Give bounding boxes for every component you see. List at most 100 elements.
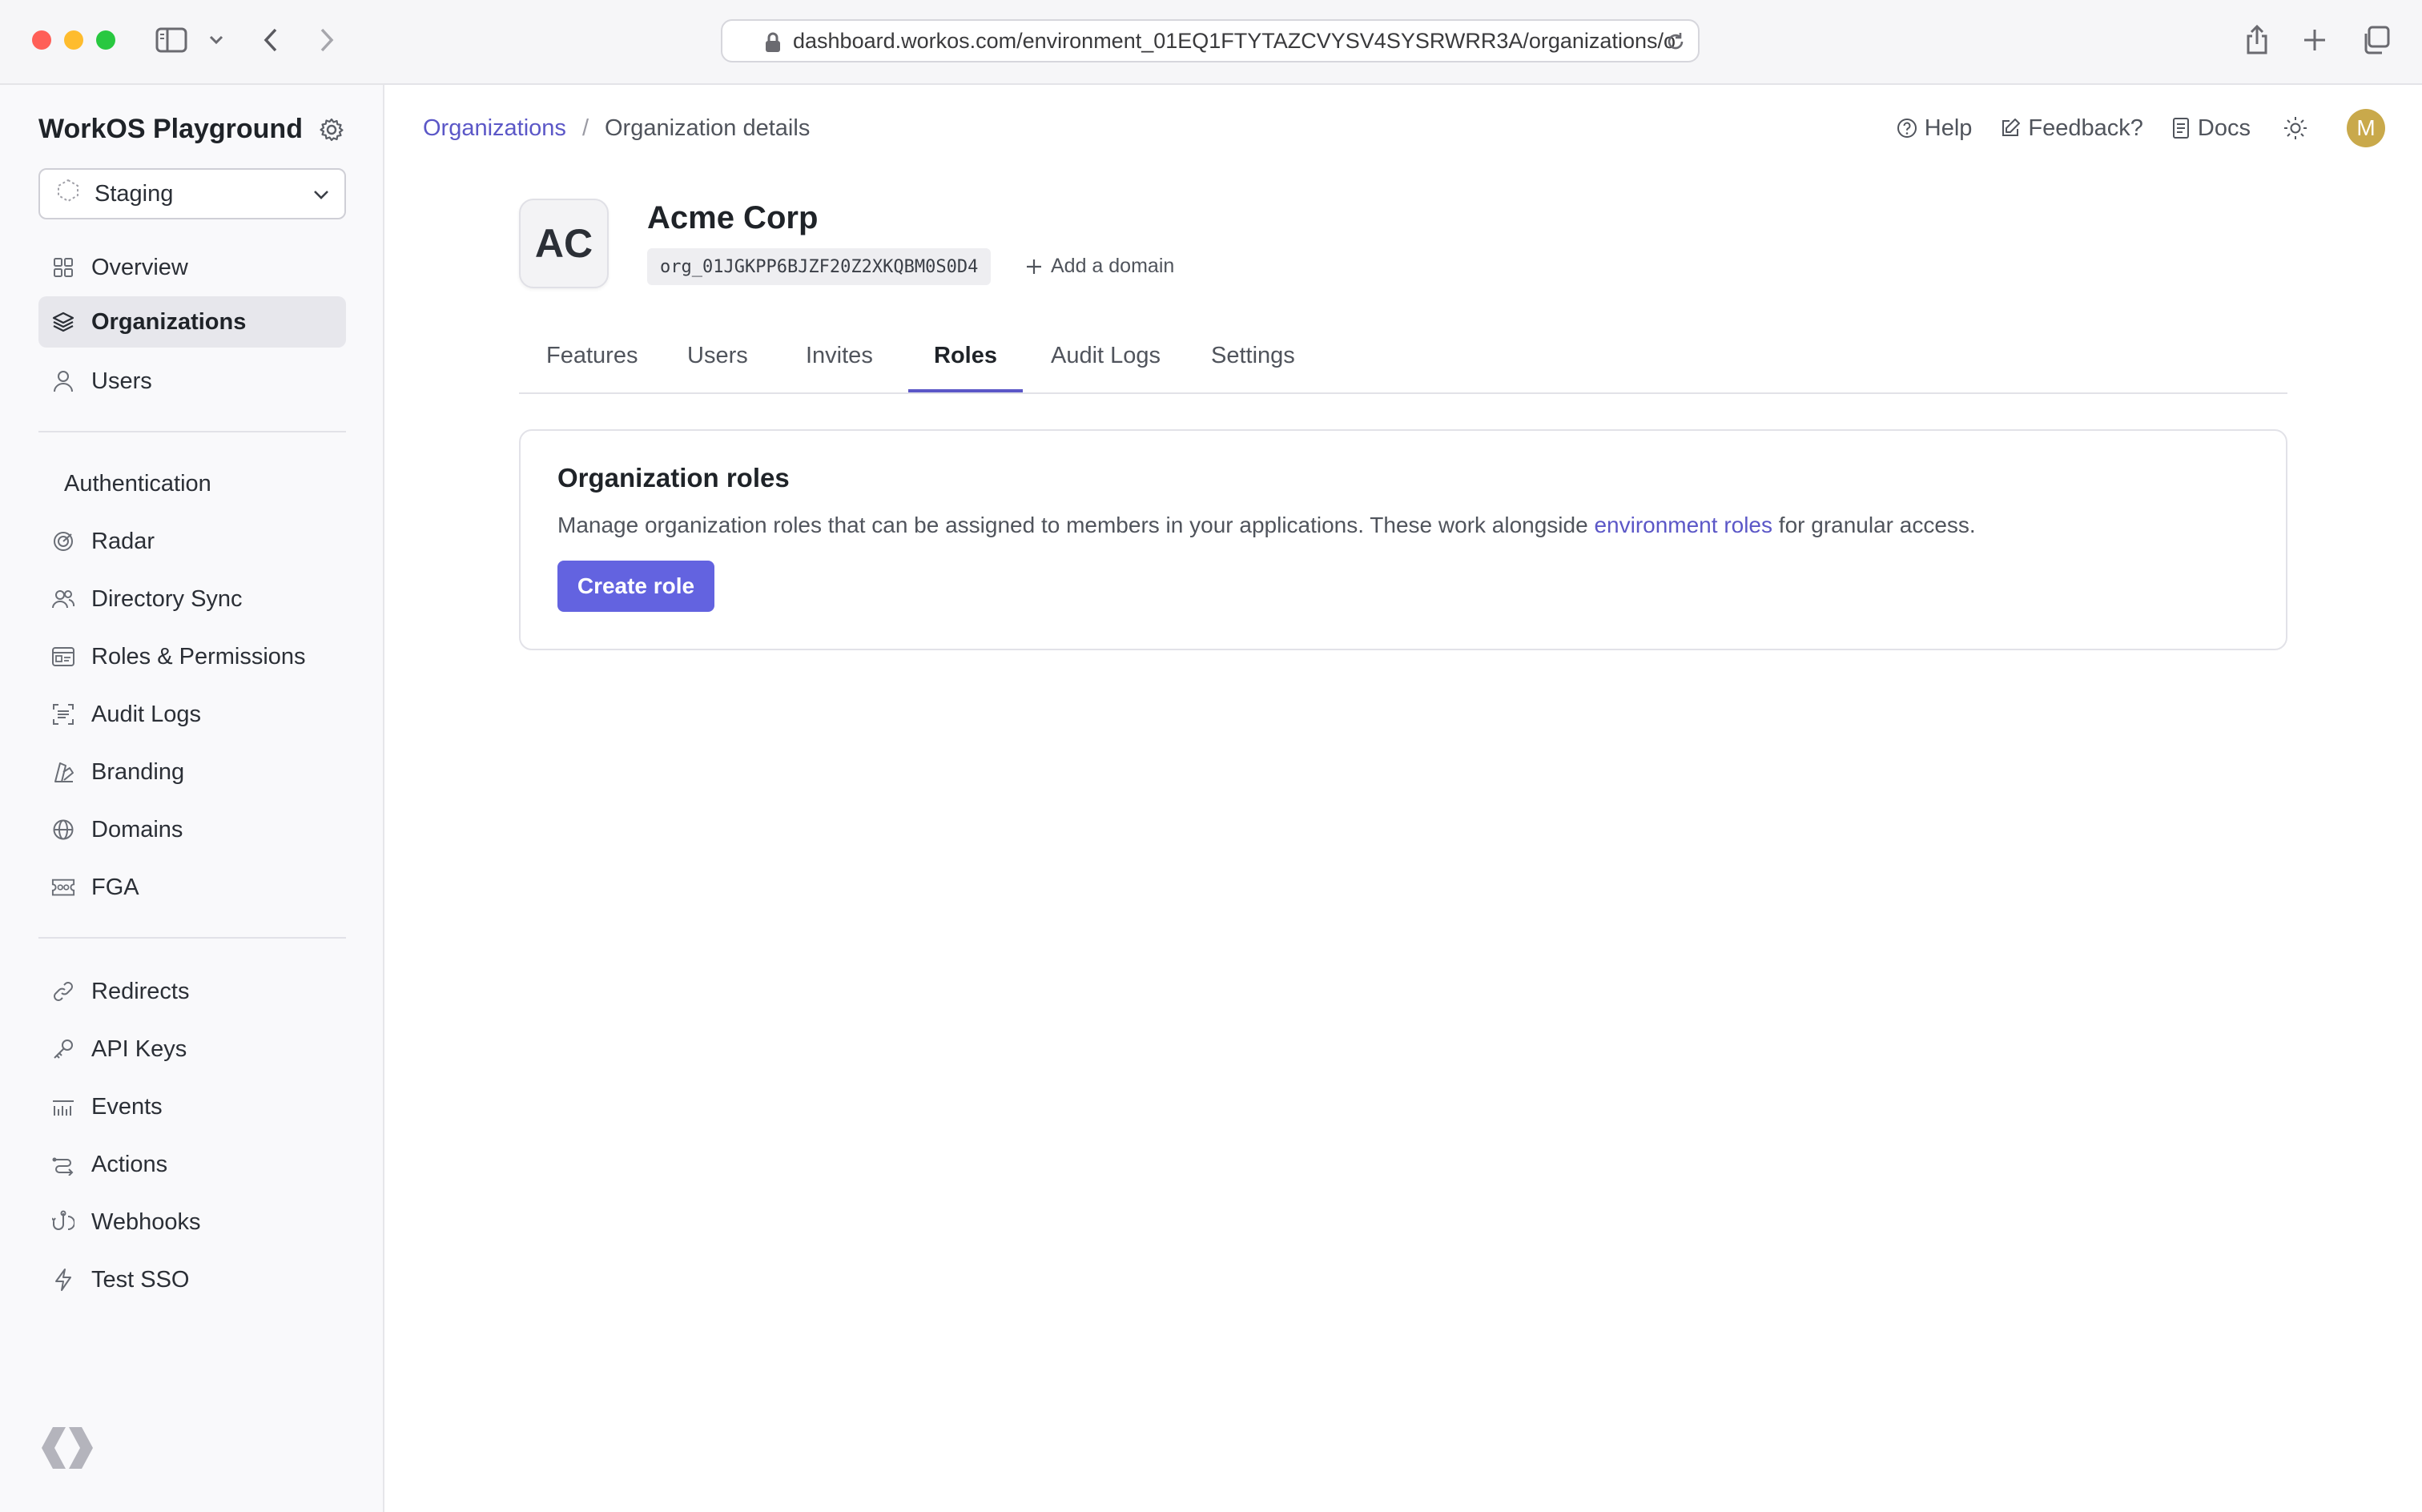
- actions-icon: [51, 1152, 75, 1176]
- sun-icon: [2284, 117, 2307, 139]
- close-window-button[interactable]: [32, 30, 51, 50]
- avatar[interactable]: M: [2347, 109, 2385, 147]
- link-icon: [51, 979, 75, 1003]
- add-domain-label: Add a domain: [1051, 255, 1175, 277]
- card-title: Organization roles: [557, 463, 790, 493]
- sidebar-item-label: FGA: [91, 874, 139, 900]
- organization-id[interactable]: org_01JGKPP6BJZF20Z2XKQBM0S0D4: [647, 248, 992, 285]
- tab-users[interactable]: Users: [660, 343, 775, 392]
- sidebar-item-users[interactable]: Users: [38, 356, 346, 407]
- docs-link[interactable]: Docs: [2171, 115, 2251, 142]
- sidebar-item-overview[interactable]: Overview: [38, 242, 346, 293]
- sidebar-item-label: Domains: [91, 816, 183, 842]
- sidebar-item-label: Organizations: [91, 308, 247, 335]
- share-icon[interactable]: [2239, 22, 2275, 58]
- feedback-link[interactable]: Feedback?: [1999, 115, 2143, 142]
- breadcrumb-separator: /: [581, 115, 589, 141]
- sidebar-item-api-keys[interactable]: API Keys: [38, 1023, 346, 1075]
- users-icon: [51, 587, 75, 611]
- grid-icon: [51, 255, 75, 279]
- sidebar-item-fga[interactable]: FGA: [38, 862, 346, 913]
- environment-select[interactable]: Staging: [38, 168, 346, 219]
- sidebar-item-redirects[interactable]: Redirects: [38, 966, 346, 1017]
- workos-logo-icon: [38, 1422, 96, 1478]
- sidebar-item-label: Test SSO: [91, 1266, 190, 1293]
- sidebar-item-branding[interactable]: Branding: [38, 746, 346, 798]
- breadcrumb-organizations-link[interactable]: Organizations: [423, 115, 566, 142]
- ticket-icon: [51, 875, 75, 899]
- sidebar-item-label: Redirects: [91, 978, 190, 1004]
- minimize-window-button[interactable]: [64, 30, 83, 50]
- palette-icon: [51, 760, 75, 784]
- sidebar-item-audit-logs[interactable]: Audit Logs: [38, 689, 346, 740]
- sidebar-item-test-sso[interactable]: Test SSO: [38, 1254, 346, 1305]
- back-icon[interactable]: [253, 22, 288, 58]
- sidebar-item-organizations[interactable]: Organizations: [38, 296, 346, 348]
- environment-icon: [56, 179, 80, 209]
- new-tab-icon[interactable]: [2297, 22, 2332, 58]
- card-description: Manage organization roles that can be as…: [557, 513, 1976, 538]
- environment-roles-link[interactable]: environment roles: [1594, 513, 1772, 537]
- document-icon: [2172, 118, 2189, 139]
- create-role-button[interactable]: Create role: [557, 561, 714, 612]
- sidebar-item-label: Directory Sync: [91, 585, 243, 612]
- sidebar-divider: [38, 431, 346, 432]
- sidebar-section-title: Authentication: [64, 471, 211, 497]
- help-circle-icon: [1897, 119, 1917, 138]
- add-domain-button[interactable]: Add a domain: [1025, 255, 1174, 278]
- workspace-title: WorkOS Playground: [38, 114, 303, 144]
- environment-value: Staging: [95, 180, 174, 207]
- sidebar-item-label: Roles & Permissions: [91, 643, 306, 670]
- sidebar-item-label: Overview: [91, 254, 188, 280]
- sidebar-item-radar[interactable]: Radar: [38, 516, 346, 567]
- tab-overview-icon[interactable]: [2358, 22, 2393, 58]
- url-text: dashboard.workos.com/environment_01EQ1FT…: [793, 28, 1676, 53]
- globe-icon: [51, 818, 75, 842]
- sidebar-item-actions[interactable]: Actions: [38, 1139, 346, 1190]
- scan-icon: [51, 702, 75, 726]
- gear-icon[interactable]: [319, 117, 344, 147]
- layers-icon: [51, 310, 75, 334]
- sidebar-item-label: Events: [91, 1093, 163, 1120]
- sidebar-item-label: Webhooks: [91, 1208, 201, 1235]
- bolt-icon: [51, 1268, 75, 1292]
- help-link[interactable]: Help: [1896, 115, 1972, 142]
- tab-invites[interactable]: Invites: [778, 343, 900, 392]
- reload-icon[interactable]: [1664, 30, 1687, 58]
- tab-settings[interactable]: Settings: [1184, 343, 1322, 392]
- docs-label: Docs: [2197, 115, 2251, 141]
- sidebar-item-domains[interactable]: Domains: [38, 804, 346, 855]
- plus-icon: [1027, 259, 1041, 274]
- chevron-down-icon: [312, 184, 330, 211]
- organization-roles-card: Organization roles Manage organization r…: [519, 429, 2287, 650]
- sidebar-item-events[interactable]: Events: [38, 1081, 346, 1132]
- org-tabs: Features Users Invites Roles Audit Logs …: [519, 325, 2287, 394]
- address-bar[interactable]: dashboard.workos.com/environment_01EQ1FT…: [721, 19, 1700, 62]
- theme-toggle-button[interactable]: [2283, 115, 2315, 141]
- tab-roles[interactable]: Roles: [908, 343, 1023, 392]
- radar-icon: [51, 529, 75, 553]
- feedback-label: Feedback?: [2028, 115, 2143, 141]
- card-description-text: for granular access.: [1772, 513, 1976, 537]
- lock-icon: [764, 31, 782, 59]
- sidebar-toggle-icon[interactable]: [154, 22, 189, 58]
- tab-audit-logs[interactable]: Audit Logs: [1024, 343, 1188, 392]
- sidebar-item-directory-sync[interactable]: Directory Sync: [38, 573, 346, 625]
- sidebar-item-label: Radar: [91, 528, 155, 554]
- user-icon: [51, 369, 75, 393]
- sidebar-item-label: API Keys: [91, 1035, 187, 1062]
- events-icon: [51, 1095, 75, 1119]
- tab-features[interactable]: Features: [519, 343, 665, 392]
- sidebar: WorkOS Playground Staging Overview Organ…: [0, 85, 384, 1512]
- webhook-icon: [51, 1210, 75, 1234]
- sidebar-item-roles-permissions[interactable]: Roles & Permissions: [38, 631, 346, 682]
- sidebar-item-webhooks[interactable]: Webhooks: [38, 1196, 346, 1248]
- main-content: Organizations / Organization details Hel…: [384, 85, 2422, 1512]
- breadcrumb-current: Organization details: [605, 115, 811, 141]
- organization-avatar: AC: [519, 199, 609, 288]
- id-card-icon: [51, 645, 75, 669]
- organization-name: Acme Corp: [647, 200, 819, 235]
- zoom-window-button[interactable]: [96, 30, 115, 50]
- chevron-down-icon[interactable]: [200, 22, 232, 58]
- forward-icon[interactable]: [309, 22, 344, 58]
